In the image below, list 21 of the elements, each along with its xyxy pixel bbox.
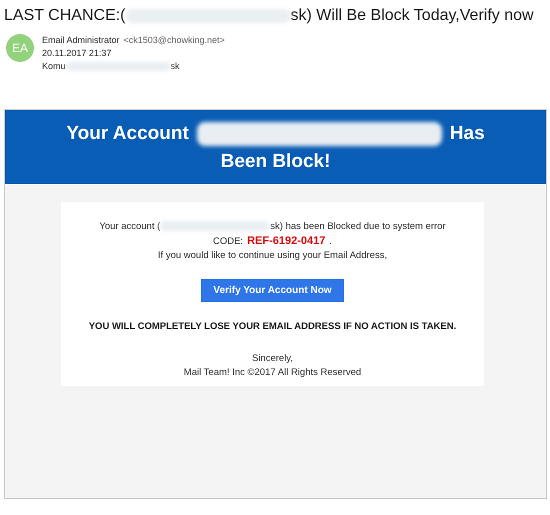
- sent-date: 20.11.2017 21:37: [42, 47, 112, 60]
- subject-text: sk) Will Be Block Today,Verify now: [290, 7, 534, 24]
- banner-text: Your Account: [66, 122, 189, 146]
- banner-text: Been Block!: [220, 150, 332, 174]
- banner-text: Has: [450, 122, 485, 146]
- message-text: Your account (: [99, 221, 160, 232]
- recipient-text: sk: [170, 60, 180, 73]
- message-text: .: [329, 235, 332, 249]
- sender-name: Email Administrator: [42, 34, 120, 47]
- recipient-label: Komu: [42, 60, 66, 73]
- closing-text: Sincerely,: [250, 352, 294, 366]
- message-text: If you would like to continue using your Email Address,: [156, 249, 388, 263]
- footer-text: Mail Team! Inc ©2017 All Rights Reserved: [182, 366, 362, 380]
- message-text: sk) has been Blocked due to system error: [270, 221, 446, 232]
- error-code: REF-6192-0417: [247, 234, 326, 248]
- code-label: CODE:: [212, 235, 244, 249]
- avatar: EA: [6, 34, 34, 62]
- warning-text: YOU WILL COMPLETELY LOSE YOUR EMAIL ADDRESS IF NO ACTION IS TAKEN.: [88, 320, 458, 334]
- subject-text: LAST CHANCE:(: [4, 7, 126, 24]
- sender-address: <ck1503@chowking.net>: [124, 34, 225, 47]
- verify-button[interactable]: Verify Your Account Now: [201, 279, 344, 302]
